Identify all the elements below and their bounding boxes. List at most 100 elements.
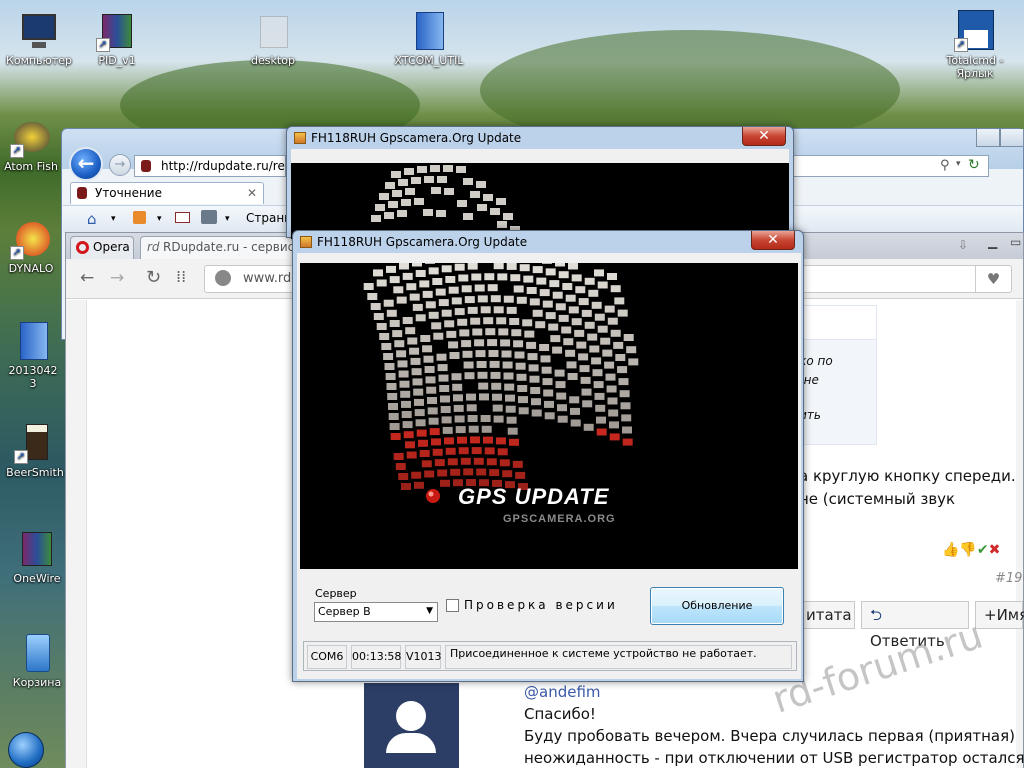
winrar-archive-icon: ➚	[96, 10, 138, 52]
graphic-tile	[501, 350, 512, 358]
graphic-tile	[606, 385, 617, 393]
graphic-tile	[419, 450, 430, 457]
desktop-icon-computer[interactable]: Компьютер	[0, 10, 78, 67]
chevron-down-icon[interactable]: ▾	[157, 214, 162, 224]
graphic-tile	[453, 394, 463, 402]
desktop-icon-xtcom[interactable]: XTCOM_UTIL	[390, 10, 468, 67]
forward-icon[interactable]: →	[110, 268, 124, 288]
rss-icon[interactable]	[133, 211, 146, 224]
graphic-tile	[405, 327, 416, 335]
graphic-tile	[574, 329, 585, 337]
graphic-tile	[412, 378, 423, 386]
home-icon[interactable]: ⌂	[87, 210, 97, 228]
desktop-icon-totalcmd[interactable]: ➚ Totalcmd - Ярлык	[936, 10, 1014, 80]
desktop-icon-dynalo[interactable]: ➚ DYNALO	[0, 218, 70, 275]
ie-tab[interactable]: Уточнение ✕	[70, 182, 264, 204]
opera-menu-button[interactable]: Opera	[70, 236, 134, 259]
graphic-tile	[526, 341, 537, 349]
graphic-tile	[416, 429, 427, 437]
update-dialog-background: FH118RUH Gpscamera.Org Update ✕	[286, 126, 794, 239]
graphic-tile	[441, 309, 452, 317]
update-button[interactable]: Обновление	[650, 587, 784, 625]
print-icon[interactable]	[201, 210, 217, 224]
graphic-tile	[607, 317, 618, 325]
mail-icon[interactable]	[175, 212, 190, 223]
address-text: www.rd-	[243, 271, 296, 286]
address-bar[interactable]: http://rdupdate.ru/rea	[134, 155, 286, 177]
desktop-icon-atomfish[interactable]: ➚ Atom Fish	[0, 116, 70, 173]
graphic-tile	[579, 365, 590, 373]
graphic-tile	[415, 314, 426, 322]
graphic-tile	[444, 320, 455, 328]
desktop-icon-desktop[interactable]: desktop	[234, 10, 312, 67]
post-number[interactable]: #196	[995, 568, 1024, 590]
graphic-tile	[440, 395, 450, 403]
graphic-tile	[395, 463, 406, 470]
minimize-icon[interactable]: ▁	[988, 235, 997, 249]
graphic-tile	[425, 301, 436, 309]
chevron-down-icon[interactable]: ▾	[111, 214, 116, 224]
graphic-tile	[496, 437, 506, 445]
graphic-tile	[490, 295, 501, 303]
start-button[interactable]	[0, 728, 58, 768]
graphic-tile	[539, 344, 550, 351]
graphic-tile	[597, 281, 608, 289]
graphic-tile	[581, 309, 592, 317]
graphic-tile	[594, 313, 605, 321]
close-button[interactable]	[1000, 129, 1024, 147]
graphic-tile	[400, 390, 411, 398]
speed-dial-icon[interactable]: ⁞⁞	[176, 267, 186, 286]
check-version-checkbox[interactable]	[446, 599, 459, 612]
minimize-button[interactable]	[976, 129, 1000, 147]
avatar[interactable]	[364, 683, 459, 768]
bookmark-heart-icon[interactable]: ♥	[975, 266, 1011, 292]
chevron-down-icon[interactable]: ▾	[225, 214, 230, 224]
close-icon[interactable]: ✕	[247, 183, 257, 203]
graphic-tile	[401, 483, 411, 490]
graphic-tile	[472, 328, 483, 336]
graphic-tile	[397, 360, 408, 368]
mention-link[interactable]: @andefim	[524, 681, 601, 703]
graphic-tile	[410, 357, 421, 365]
graphic-tile	[499, 459, 510, 467]
graphic-tile	[467, 306, 478, 314]
graphic-tile	[376, 279, 387, 287]
graphic-tile	[464, 296, 475, 304]
name-button[interactable]: +Имя	[975, 601, 1024, 629]
tile-wave-graphic: GPS UPDATE GPSCAMERA.ORG	[363, 263, 639, 525]
status-version: V1013	[405, 645, 442, 669]
graphic-tile	[450, 468, 461, 476]
graphic-tile	[396, 350, 407, 358]
graphic-tile	[505, 405, 516, 413]
graphic-tile	[486, 458, 497, 466]
graphic-tile	[396, 296, 407, 304]
reload-icon[interactable]: ↻	[146, 267, 161, 288]
banner-subtitle: GPSCAMERA.ORG	[503, 513, 616, 525]
check-version-label[interactable]: Проверка версии	[464, 598, 618, 612]
desktop-icon-label-2: 3	[29, 377, 37, 390]
tab-menu-icon[interactable]: ⇩	[958, 238, 968, 252]
server-select[interactable]: Сервер B ▼	[314, 602, 438, 622]
quote-button[interactable]: итата	[797, 601, 855, 629]
back-icon[interactable]: ←	[80, 268, 94, 288]
back-button[interactable]: ←	[69, 147, 103, 181]
chevron-down-icon[interactable]: ▾	[956, 159, 961, 169]
graphic-tile	[514, 351, 525, 359]
graphic-tile	[471, 447, 482, 455]
graphic-tile	[432, 448, 443, 456]
restore-icon[interactable]: ▭	[1010, 235, 1021, 249]
forward-button[interactable]: →	[109, 154, 131, 176]
globe-icon	[215, 270, 231, 286]
graphic-tile	[571, 318, 582, 326]
close-button[interactable]: ✕	[742, 127, 786, 146]
desktop-icon-beersmith[interactable]: ➚ BeerSmith	[0, 422, 74, 479]
page-icon	[141, 160, 151, 172]
graphic-tile	[421, 460, 432, 468]
graphic-tile	[422, 345, 433, 353]
graphic-tile	[470, 436, 480, 444]
refresh-icon[interactable]: ↻	[968, 157, 980, 173]
desktop-icon-pid[interactable]: ➚ PID_v1	[78, 10, 156, 67]
graphic-tile	[467, 263, 478, 270]
close-button[interactable]: ✕	[751, 231, 795, 250]
address-bar-tail[interactable]: ⚲ ▾ ↻	[789, 155, 989, 177]
